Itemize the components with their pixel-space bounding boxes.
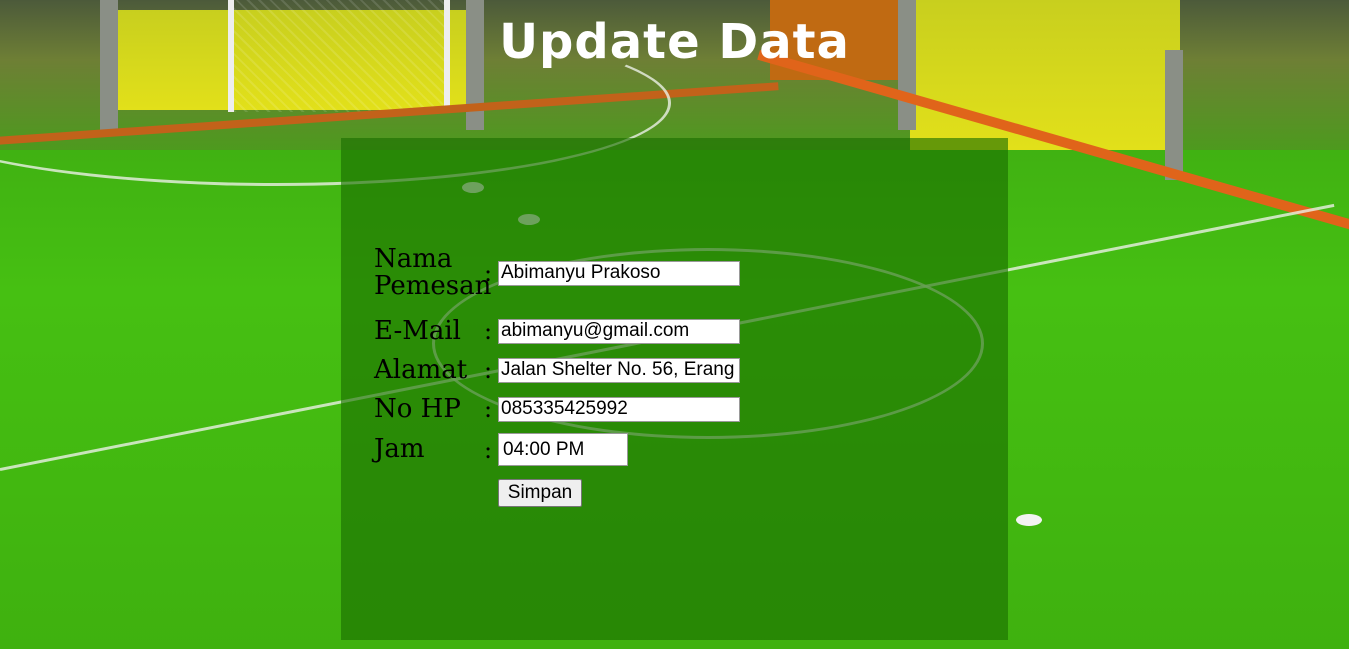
field-separator: :	[484, 435, 493, 464]
email-input[interactable]	[498, 318, 740, 344]
no-hp-label: No HP	[374, 393, 461, 424]
no-hp-input[interactable]	[498, 396, 740, 422]
update-form-panel: Nama Pemesan : E-Mail : Alamat : No HP :…	[341, 138, 1008, 640]
email-label: E-Mail	[374, 315, 462, 346]
alamat-label: Alamat	[374, 354, 468, 385]
field-separator: :	[484, 356, 493, 384]
simpan-button[interactable]: Simpan	[498, 479, 582, 507]
page-title: Update Data	[499, 14, 850, 70]
form-row-email: E-Mail :	[374, 317, 740, 345]
nama-pemesan-label: Nama Pemesan	[374, 244, 492, 301]
jam-label: Jam	[374, 434, 425, 464]
court-spot	[1016, 514, 1042, 526]
alamat-input[interactable]	[498, 357, 740, 383]
field-separator: :	[484, 395, 493, 423]
form-row-nama-pemesan: Nama Pemesan :	[374, 246, 740, 300]
jam-time-input[interactable]	[498, 433, 628, 466]
field-separator: :	[484, 259, 493, 287]
form-row-no-hp: No HP :	[374, 395, 740, 423]
field-separator: :	[484, 317, 493, 345]
form-row-jam: Jam :	[374, 433, 628, 466]
form-row-alamat: Alamat :	[374, 356, 740, 384]
nama-pemesan-input[interactable]	[498, 260, 740, 286]
